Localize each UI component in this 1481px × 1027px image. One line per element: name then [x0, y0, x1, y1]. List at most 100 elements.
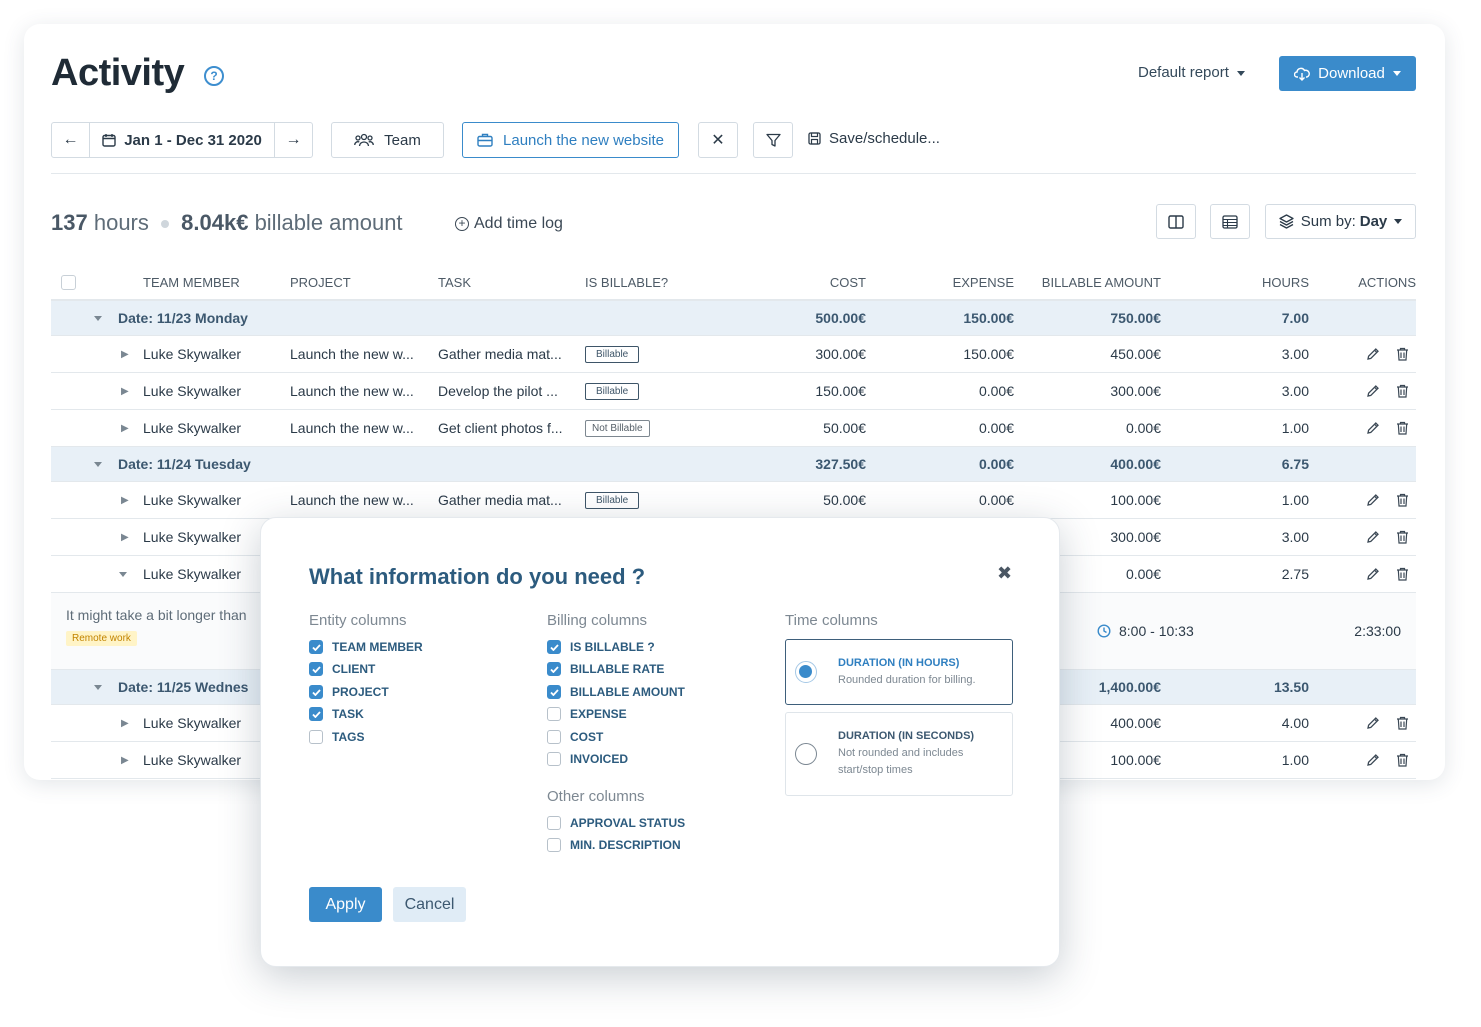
expand-cell: ▶	[121, 519, 129, 555]
summary-totals: 137 hours 8.04k€ billable amount	[51, 210, 403, 236]
table-row[interactable]: ▶ Luke Skywalker Launch the new w... Gat…	[51, 482, 1416, 519]
chevron-right-icon[interactable]: ▶	[121, 495, 129, 506]
radio-selected[interactable]	[795, 661, 817, 683]
chevron-right-icon[interactable]: ▶	[121, 718, 129, 729]
checkbox-unchecked[interactable]	[547, 816, 561, 830]
option-invoiced[interactable]: INVOICED	[547, 752, 628, 766]
row-actions	[1341, 556, 1409, 592]
checkbox-checked[interactable]	[309, 662, 323, 676]
table-view-button[interactable]	[1210, 204, 1250, 239]
select-all-checkbox[interactable]	[61, 275, 76, 290]
chevron-down-icon[interactable]	[94, 315, 102, 321]
checkbox-checked[interactable]	[309, 640, 323, 654]
checkbox-unchecked[interactable]	[547, 752, 561, 766]
group-row[interactable]: Date: 11/24 Tuesday 327.50€ 0.00€ 400.00…	[51, 447, 1416, 482]
checkbox-unchecked[interactable]	[547, 730, 561, 744]
chevron-right-icon[interactable]: ▶	[121, 349, 129, 360]
checkbox-unchecked[interactable]	[309, 730, 323, 744]
group-label-cell: Date: 11/23 Monday	[94, 301, 248, 335]
sum-by-dropdown[interactable]: Sum by: Day	[1265, 204, 1416, 239]
modal-close-icon[interactable]: ✖	[997, 563, 1012, 584]
header-cost[interactable]: COST	[751, 266, 866, 299]
option-team-member[interactable]: TEAM MEMBER	[309, 640, 423, 654]
columns-view-button[interactable]	[1156, 204, 1196, 239]
option-task[interactable]: TASK	[309, 707, 364, 721]
checkbox-checked[interactable]	[547, 662, 561, 676]
option-billable-rate[interactable]: BILLABLE RATE	[547, 662, 664, 676]
trash-icon[interactable]	[1396, 421, 1409, 435]
edit-pencil-icon[interactable]	[1366, 421, 1380, 435]
row-project: Launch the new w...	[290, 346, 414, 362]
option-tags[interactable]: TAGS	[309, 730, 364, 744]
option-min-description[interactable]: MIN. DESCRIPTION	[547, 838, 681, 852]
edit-pencil-icon[interactable]	[1366, 753, 1380, 767]
edit-pencil-icon[interactable]	[1366, 347, 1380, 361]
table-row[interactable]: ▶ Luke Skywalker Launch the new w... Gat…	[51, 336, 1416, 373]
header-hours[interactable]: HOURS	[1191, 266, 1309, 299]
edit-pencil-icon[interactable]	[1366, 716, 1380, 730]
edit-pencil-icon[interactable]	[1366, 493, 1380, 507]
group-row[interactable]: Date: 11/23 Monday 500.00€ 150.00€ 750.0…	[51, 301, 1416, 336]
option-label: COST	[570, 730, 604, 744]
chevron-down-icon[interactable]	[94, 684, 102, 690]
chevron-right-icon[interactable]: ▶	[121, 532, 129, 543]
cancel-button[interactable]: Cancel	[393, 887, 466, 922]
header-expense[interactable]: EXPENSE	[899, 266, 1014, 299]
header-billable-amount[interactable]: BILLABLE AMOUNT	[1001, 266, 1161, 299]
trash-icon[interactable]	[1396, 493, 1409, 507]
option-project[interactable]: PROJECT	[309, 685, 389, 699]
trash-icon[interactable]	[1396, 567, 1409, 581]
edit-pencil-icon[interactable]	[1366, 530, 1380, 544]
save-schedule-button[interactable]: Save/schedule...	[808, 130, 940, 147]
option-expense[interactable]: EXPENSE	[547, 707, 627, 721]
chevron-right-icon[interactable]: ▶	[121, 423, 129, 434]
add-time-log-button[interactable]: + Add time log	[455, 215, 563, 233]
trash-icon[interactable]	[1396, 753, 1409, 767]
apply-button[interactable]: Apply	[309, 887, 382, 922]
time-columns-title: Time columns	[785, 612, 878, 629]
header-team-member[interactable]: TEAM MEMBER	[143, 266, 240, 299]
default-report-dropdown[interactable]: Default report	[1138, 64, 1245, 81]
chevron-right-icon[interactable]: ▶	[121, 755, 129, 766]
trash-icon[interactable]	[1396, 716, 1409, 730]
help-icon[interactable]: ?	[204, 66, 224, 86]
checkbox-checked[interactable]	[309, 707, 323, 721]
checkbox-checked[interactable]	[547, 640, 561, 654]
chevron-right-icon[interactable]: ▶	[121, 386, 129, 397]
clear-filter-button[interactable]: ✕	[698, 122, 738, 158]
prev-period-button[interactable]: ←	[52, 123, 89, 157]
checkbox-unchecked[interactable]	[547, 838, 561, 852]
duration-hours-option[interactable]: DURATION (IN HOURS) Rounded duration for…	[785, 639, 1013, 705]
project-filter-button[interactable]: Launch the new website	[462, 122, 679, 158]
team-filter-button[interactable]: Team	[331, 122, 444, 158]
edit-pencil-icon[interactable]	[1366, 567, 1380, 581]
checkbox-checked[interactable]	[547, 685, 561, 699]
option-billable-amount[interactable]: BILLABLE AMOUNT	[547, 685, 685, 699]
expand-cell: ▶	[121, 482, 129, 518]
header-project[interactable]: PROJECT	[290, 266, 351, 299]
download-button[interactable]: Download	[1279, 56, 1416, 91]
date-range-button[interactable]: Jan 1 - Dec 31 2020	[89, 123, 275, 157]
expand-cell: ▶	[121, 373, 129, 409]
option-client[interactable]: CLIENT	[309, 662, 375, 676]
radio-unselected[interactable]	[795, 743, 817, 765]
next-period-button[interactable]: →	[275, 123, 312, 157]
download-label: Download	[1318, 65, 1385, 82]
duration-seconds-option[interactable]: DURATION (IN SECONDS) Not rounded and in…	[785, 712, 1013, 796]
checkbox-checked[interactable]	[309, 685, 323, 699]
trash-icon[interactable]	[1396, 530, 1409, 544]
filter-button[interactable]	[753, 122, 793, 158]
checkbox-unchecked[interactable]	[547, 707, 561, 721]
trash-icon[interactable]	[1396, 384, 1409, 398]
table-row[interactable]: ▶ Luke Skywalker Launch the new w... Dev…	[51, 373, 1416, 410]
edit-pencil-icon[interactable]	[1366, 384, 1380, 398]
header-task[interactable]: TASK	[438, 266, 471, 299]
option-cost[interactable]: COST	[547, 730, 603, 744]
trash-icon[interactable]	[1396, 347, 1409, 361]
option-approval-status[interactable]: APPROVAL STATUS	[547, 816, 685, 830]
chevron-down-icon[interactable]	[119, 571, 127, 577]
table-row[interactable]: ▶ Luke Skywalker Launch the new w... Get…	[51, 410, 1416, 447]
chevron-down-icon[interactable]	[94, 461, 102, 467]
header-is-billable[interactable]: IS BILLABLE?	[585, 266, 668, 299]
option-is-billable[interactable]: IS BILLABLE ?	[547, 640, 655, 654]
